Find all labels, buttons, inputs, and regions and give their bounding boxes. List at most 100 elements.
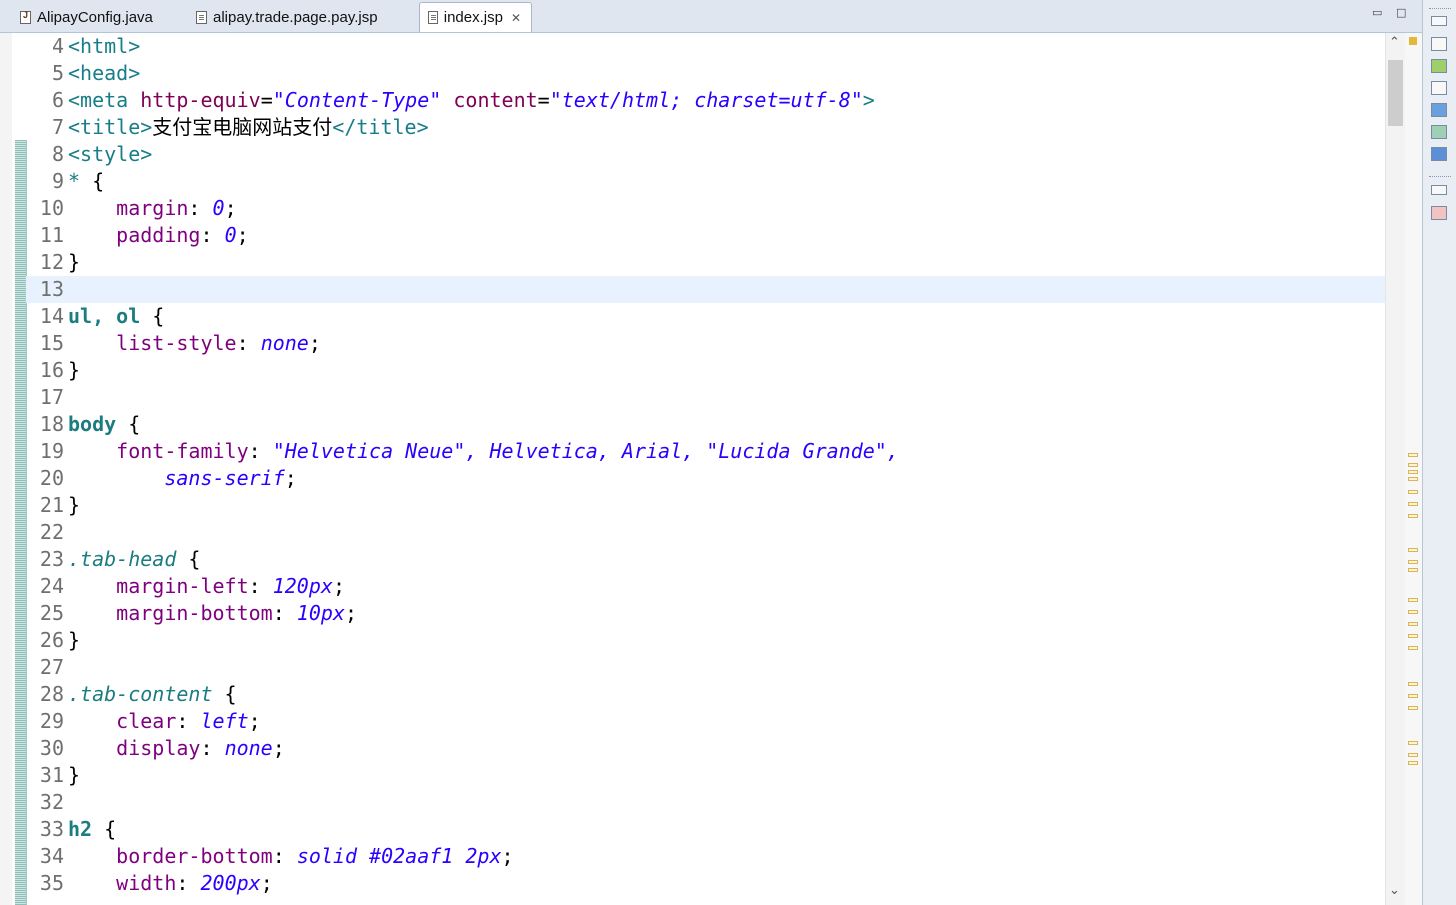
occurrence-marker[interactable] (1408, 682, 1418, 686)
restore-view-icon[interactable] (1431, 185, 1447, 195)
line-number: 32 (39, 790, 64, 814)
line-number: 35 (39, 871, 64, 895)
code-text: h2 { (68, 817, 117, 841)
code-text: } (68, 250, 81, 274)
code-line: 29 clear: left; (26, 708, 1385, 735)
code-text: sans-serif; (164, 466, 297, 490)
occurrence-marker[interactable] (1408, 463, 1418, 467)
code-text: ul, ol { (68, 304, 165, 328)
code-line: 17 (26, 384, 1385, 411)
code-line: 19 font-family: "Helvetica Neue", Helvet… (26, 438, 1385, 465)
code-line: 20 sans-serif; (26, 465, 1385, 492)
code-text: <style> (68, 142, 153, 166)
code-line: 35 width: 200px; (26, 870, 1385, 897)
occurrence-marker[interactable] (1408, 634, 1418, 638)
warning-summary-icon[interactable] (1409, 37, 1417, 45)
problems-view-icon[interactable] (1431, 206, 1447, 220)
occurrence-marker[interactable] (1408, 514, 1418, 518)
line-number: 8 (51, 142, 64, 166)
current-line: 13 (26, 276, 1385, 303)
code-line: 25 margin-bottom: 10px; (26, 600, 1385, 627)
line-number: 12 (39, 250, 64, 274)
scroll-down-arrow-icon[interactable]: ⌄ (1389, 883, 1400, 898)
code-line: 6 <meta http-equiv="Content-Type" conten… (26, 87, 1385, 114)
code-line: 34 border-bottom: solid #02aaf1 2px; (26, 843, 1385, 870)
restore-view-icon[interactable] (1431, 16, 1447, 26)
line-number: 20 (39, 466, 64, 490)
toolbar-separator (1429, 8, 1451, 10)
occurrence-marker[interactable] (1408, 502, 1418, 506)
line-number: 34 (39, 844, 64, 868)
occurrence-marker[interactable] (1408, 490, 1418, 494)
occurrence-marker[interactable] (1408, 477, 1418, 481)
close-icon[interactable]: ✕ (511, 11, 521, 25)
line-number: 22 (39, 520, 64, 544)
occurrence-marker[interactable] (1408, 761, 1418, 765)
tab-label: AlipayConfig.java (37, 8, 153, 26)
occurrence-marker[interactable] (1408, 598, 1418, 602)
occurrence-marker[interactable] (1408, 453, 1418, 457)
tab-index-jsp[interactable]: index.jsp ✕ (419, 2, 532, 32)
code-text: display: none; (116, 736, 285, 760)
code-editor[interactable]: 4 <html> 5 <head> 6 <meta http-equiv="Co… (26, 33, 1385, 905)
code-line: 8 <style> (26, 141, 1385, 168)
occurrence-marker[interactable] (1408, 560, 1418, 564)
line-number: 30 (39, 736, 64, 760)
maximize-button[interactable]: □ (1396, 6, 1406, 19)
line-number: 23 (39, 547, 64, 571)
occurrence-marker[interactable] (1408, 568, 1418, 572)
book-view-icon[interactable] (1431, 103, 1447, 117)
vertical-scrollbar[interactable]: ⌃ ⌄ (1385, 33, 1406, 905)
occurrence-marker[interactable] (1408, 610, 1418, 614)
code-text: margin-left: 120px; (116, 574, 345, 598)
line-number: 28 (39, 682, 64, 706)
code-line: 30 display: none; (26, 735, 1385, 762)
code-text: margin-bottom: 10px; (116, 601, 358, 625)
properties-view-icon[interactable] (1431, 81, 1447, 95)
occurrence-marker[interactable] (1408, 622, 1418, 626)
servers-view-icon[interactable] (1431, 125, 1447, 139)
occurrence-marker[interactable] (1408, 548, 1418, 552)
scrollbar-thumb[interactable] (1388, 60, 1403, 126)
tab-alipay-trade-page-pay-jsp[interactable]: alipay.trade.page.pay.jsp (188, 3, 416, 31)
occurrence-marker[interactable] (1408, 741, 1418, 745)
line-number: 9 (51, 169, 64, 193)
line-number: 7 (51, 115, 64, 139)
code-line: 27 (26, 654, 1385, 681)
code-text: <html> (68, 34, 141, 58)
occurrence-marker[interactable] (1408, 470, 1418, 474)
code-line: 22 (26, 519, 1385, 546)
left-margin (0, 33, 12, 905)
code-text: list-style: none; (116, 331, 321, 355)
code-line: 14 ul, ol { (26, 303, 1385, 330)
line-number: 33 (39, 817, 64, 841)
line-number: 13 (39, 277, 64, 301)
code-text: clear: left; (116, 709, 261, 733)
code-line: 31 } (26, 762, 1385, 789)
code-text: } (68, 493, 81, 517)
code-line: 9 * { (26, 168, 1385, 195)
line-number: 10 (39, 196, 64, 220)
jsp-file-icon (196, 10, 207, 24)
code-text: width: 200px; (116, 871, 273, 895)
code-line: 33 h2 { (26, 816, 1385, 843)
code-line: 26 } (26, 627, 1385, 654)
minimize-button[interactable]: ▭ (1372, 6, 1382, 19)
project-explorer-icon[interactable] (1431, 59, 1447, 73)
code-text: margin: 0; (116, 196, 237, 220)
code-text: padding: 0; (116, 223, 249, 247)
code-line: 28 .tab-content { (26, 681, 1385, 708)
tab-alipayconfig-java[interactable]: AlipayConfig.java (12, 3, 190, 31)
occurrence-marker[interactable] (1408, 646, 1418, 650)
title-text: 支付宝电脑网站支付 (152, 115, 333, 139)
occurrence-marker[interactable] (1408, 706, 1418, 710)
line-number: 11 (39, 223, 64, 247)
line-number: 25 (39, 601, 64, 625)
overview-ruler[interactable] (1405, 33, 1422, 905)
occurrence-marker[interactable] (1408, 694, 1418, 698)
outline-view-icon[interactable] (1431, 37, 1447, 51)
occurrence-marker[interactable] (1408, 753, 1418, 757)
console-view-icon[interactable] (1431, 147, 1447, 161)
scroll-up-arrow-icon[interactable]: ⌃ (1389, 35, 1400, 50)
code-line: 24 margin-left: 120px; (26, 573, 1385, 600)
